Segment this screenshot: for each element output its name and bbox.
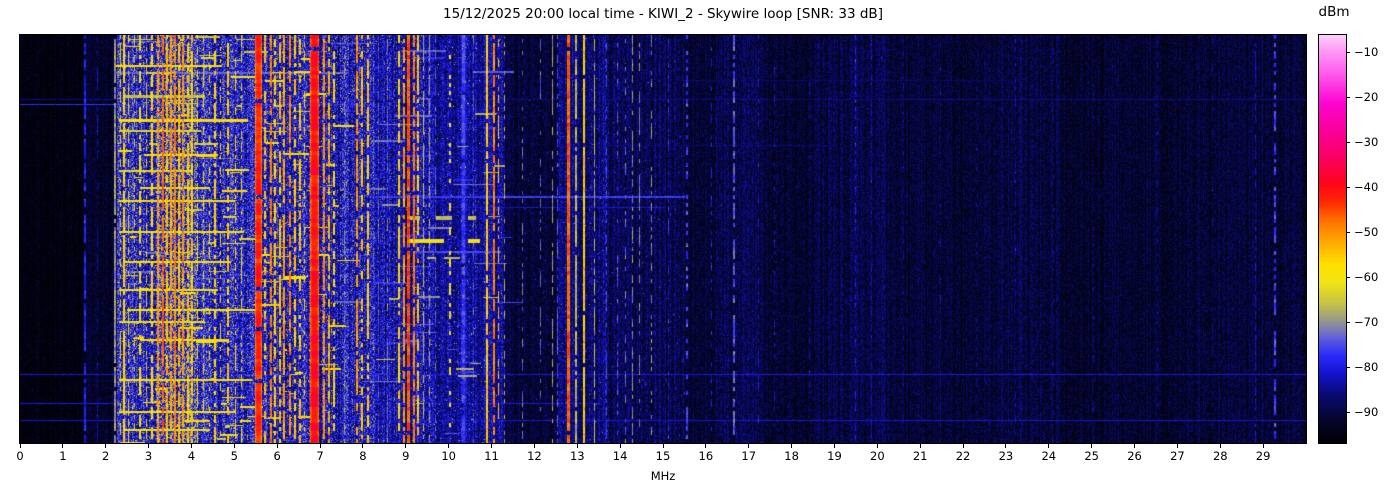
x-tick-label: 24 (1041, 449, 1057, 463)
x-tick-label: 6 (273, 449, 281, 463)
x-tick-mark (748, 444, 750, 448)
colorbar-frame (1318, 34, 1347, 444)
x-tick-mark (791, 444, 793, 448)
x-axis-label: MHz (650, 469, 676, 483)
x-tick-label: 26 (1127, 449, 1142, 463)
x-tick-mark (148, 444, 150, 448)
colorbar-tick-mark (1346, 367, 1350, 369)
colorbar-tick-mark (1346, 232, 1350, 234)
x-tick-label: 28 (1212, 449, 1228, 463)
x-tick-mark (1134, 444, 1136, 448)
x-tick-mark (876, 444, 878, 448)
colorbar-tick-mark (1346, 412, 1350, 414)
x-tick-mark (405, 444, 407, 448)
x-tick-mark (1048, 444, 1050, 448)
colorbar-tick-mark (1346, 187, 1350, 189)
x-tick-mark (919, 444, 921, 448)
x-tick-label: 20 (870, 449, 885, 463)
x-tick-label: 27 (1170, 449, 1185, 463)
x-tick-mark (319, 444, 321, 448)
x-tick-mark (105, 444, 107, 448)
colorbar-tick-mark (1346, 322, 1350, 324)
chart-title: 15/12/2025 20:00 local time - KIWI_2 - S… (443, 6, 883, 22)
x-tick-mark (705, 444, 707, 448)
x-tick-mark (962, 444, 964, 448)
colorbar-canvas (1319, 35, 1346, 443)
colorbar-tick-label: −20 (1354, 89, 1379, 104)
colorbar-tick-label: −70 (1354, 314, 1379, 329)
colorbar-tick-label: −30 (1354, 134, 1379, 149)
x-tick-label: 22 (955, 449, 971, 463)
x-tick-mark (448, 444, 450, 448)
colorbar-tick-mark (1346, 97, 1350, 99)
x-tick-mark (190, 444, 192, 448)
x-tick-label: 8 (359, 449, 367, 463)
x-tick-mark (533, 444, 535, 448)
x-tick-label: 23 (998, 449, 1014, 463)
x-tick-label: 2 (102, 449, 110, 463)
x-tick-mark (19, 444, 21, 448)
x-tick-label: 7 (316, 449, 324, 463)
colorbar-tick-mark (1346, 52, 1350, 54)
colorbar-tick-mark (1346, 277, 1350, 279)
x-tick-label: 3 (144, 449, 153, 463)
x-tick-mark (276, 444, 278, 448)
colorbar-unit-label: dBm (1318, 4, 1350, 20)
x-tick-label: 29 (1255, 449, 1271, 463)
waterfall-frame (19, 34, 1307, 444)
x-tick-mark (833, 444, 835, 448)
x-tick-label: 13 (569, 449, 585, 463)
x-tick-mark (491, 444, 493, 448)
x-tick-mark (233, 444, 235, 448)
x-tick-label: 4 (187, 449, 196, 463)
x-tick-label: 12 (527, 449, 542, 463)
x-tick-label: 19 (827, 449, 842, 463)
waterfall-canvas (20, 35, 1306, 443)
spectrogram-figure: 15/12/2025 20:00 local time - KIWI_2 - S… (0, 0, 1400, 500)
x-tick-label: 11 (484, 449, 499, 463)
x-tick-mark (1176, 444, 1178, 448)
x-tick-label: 0 (16, 449, 24, 463)
x-tick-label: 9 (402, 449, 410, 463)
x-tick-mark (1262, 444, 1264, 448)
x-tick-label: 1 (59, 449, 67, 463)
x-tick-mark (1091, 444, 1093, 448)
x-tick-mark (62, 444, 64, 448)
colorbar-tick-label: −40 (1354, 179, 1379, 194)
x-tick-label: 15 (655, 449, 671, 463)
x-tick-label: 17 (741, 449, 757, 463)
colorbar-tick-mark (1346, 142, 1350, 144)
colorbar-tick-label: −10 (1354, 44, 1379, 59)
x-tick-label: 10 (441, 449, 456, 463)
x-tick-mark (1219, 444, 1221, 448)
x-tick-mark (362, 444, 364, 448)
colorbar-tick-label: −60 (1354, 269, 1379, 284)
x-tick-label: 16 (698, 449, 714, 463)
x-tick-label: 25 (1084, 449, 1099, 463)
x-tick-label: 18 (784, 449, 799, 463)
x-tick-mark (576, 444, 578, 448)
x-tick-label: 14 (612, 449, 628, 463)
x-tick-label: 5 (230, 449, 238, 463)
x-tick-label: 21 (912, 449, 928, 463)
x-tick-mark (619, 444, 621, 448)
colorbar-tick-label: −90 (1354, 404, 1379, 419)
colorbar-tick-label: −80 (1354, 359, 1379, 374)
x-tick-mark (1005, 444, 1007, 448)
x-tick-mark (662, 444, 664, 448)
colorbar-tick-label: −50 (1354, 224, 1379, 239)
